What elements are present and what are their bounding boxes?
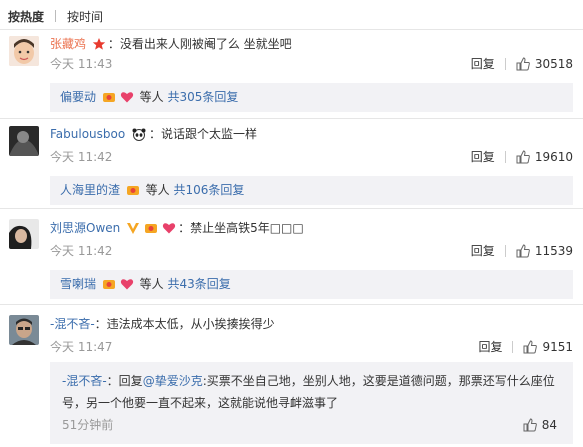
comment-item: 刘思源Owen ：禁止坐高铁5年□□□ 今天 11:42 回复 11539 雪喇…: [0, 209, 583, 304]
reply-prefix: ：回复: [106, 374, 143, 388]
thumbs-up-icon: [516, 243, 530, 257]
reply-thread: -混不吝-：回复@挚爱沙克:买票不坐自己地，坐别人地，这要是道德问题，那票还写什…: [50, 362, 573, 444]
action-divider: [504, 150, 506, 163]
like-button[interactable]: 11539: [516, 244, 573, 258]
heart-icon: [162, 223, 176, 234]
username[interactable]: 刘思源Owen: [50, 221, 120, 235]
username[interactable]: 张藏鸡: [50, 37, 86, 51]
reply-button[interactable]: 回复: [471, 55, 495, 72]
like-button[interactable]: 19610: [516, 150, 573, 164]
avatar[interactable]: [9, 315, 39, 345]
heart-icon: [120, 92, 133, 103]
reply-count-link[interactable]: 共305条回复: [168, 90, 239, 104]
avatar[interactable]: [9, 126, 39, 156]
star-badge-icon: [92, 38, 106, 50]
comment-text: ：说话跟个太监一样: [149, 127, 258, 141]
comment-item: 张藏鸡 ：没看出来人刚被阉了么 坐就坐吧 今天 11:43 回复 30518 偏…: [0, 30, 583, 118]
verified-v-icon: [127, 223, 140, 234]
comment-body: 刘思源Owen ：禁止坐高铁5年□□□: [50, 219, 573, 237]
username[interactable]: Fabulousboo: [50, 127, 125, 141]
avatar-image: [9, 36, 39, 66]
vip-badge-icon: [145, 224, 158, 233]
reply-suffix: 等人: [139, 90, 164, 104]
reply-names[interactable]: 人海里的渣: [60, 183, 120, 197]
action-divider: [504, 244, 506, 257]
sort-tabs: 按热度 按时间: [8, 6, 103, 26]
reply-time: 51分钟前: [62, 418, 114, 432]
reply-button[interactable]: 回复: [471, 148, 495, 165]
comment-time: 今天 11:42: [50, 150, 113, 164]
thumbs-up-icon: [523, 339, 538, 353]
comment-actions: 回复 9151: [478, 338, 573, 355]
tab-hot[interactable]: 按热度: [8, 8, 44, 25]
thumbs-up-icon: [516, 149, 530, 163]
comment-body: Fabulousboo ：说话跟个太监一样: [50, 125, 573, 143]
reply-like-button[interactable]: 84: [523, 414, 557, 436]
reply-summary: 雪喇瑞 等人 共43条回复: [50, 270, 573, 299]
like-button[interactable]: 9151: [523, 340, 573, 354]
thumbs-up-icon: [516, 56, 530, 70]
reply-suffix: 等人: [145, 183, 170, 197]
reply-names[interactable]: 偏要动: [60, 90, 96, 104]
reply-button[interactable]: 回复: [478, 338, 502, 355]
comment-actions: 回复 30518: [471, 55, 573, 72]
reply-suffix: 等人: [139, 277, 164, 291]
vip-badge-icon: [126, 186, 139, 195]
reply-text-line-2: 号，另一个他要一直不起来，这就能说他寻衅滋事了: [62, 396, 339, 410]
like-count: 30518: [534, 56, 573, 71]
heart-icon: [120, 279, 133, 290]
avatar-image: [9, 315, 39, 345]
comment-body: -混不吝-：违法成本太低，从小挨揍挨得少: [50, 315, 573, 333]
comment-text: ：禁止坐高铁5年□□□: [178, 221, 304, 235]
comment-time: 今天 11:42: [50, 244, 113, 258]
action-divider: [512, 340, 514, 353]
reply-summary: 偏要动 等人 共305条回复: [50, 83, 573, 112]
comment-body: 张藏鸡 ：没看出来人刚被阉了么 坐就坐吧: [50, 35, 573, 53]
reply-count-link[interactable]: 共106条回复: [174, 183, 245, 197]
reply-count-link[interactable]: 共43条回复: [168, 277, 231, 291]
comment-time: 今天 11:43: [50, 57, 113, 71]
like-button[interactable]: 30518: [516, 57, 573, 71]
avatar[interactable]: [9, 36, 39, 66]
comment-time: 今天 11:47: [50, 340, 113, 354]
tab-time[interactable]: 按时间: [67, 8, 103, 25]
panda-icon: [132, 128, 146, 141]
avatar[interactable]: [9, 219, 39, 249]
like-count: 19610: [534, 149, 573, 164]
comment-text: ：违法成本太低，从小挨揍挨得少: [94, 317, 275, 331]
reply-username[interactable]: -混不吝-: [62, 374, 107, 388]
avatar-image: [9, 126, 39, 156]
username[interactable]: -混不吝-: [50, 317, 95, 331]
comment-item: Fabulousboo ：说话跟个太监一样 今天 11:42 回复 19610 …: [0, 119, 583, 208]
like-count: 9151: [542, 339, 573, 354]
reply-text: :买票不坐自己地，坐别人地，这要是道德问题，那票还写什么座位: [202, 374, 555, 388]
reply-mention[interactable]: @挚爱沙克: [143, 374, 203, 388]
action-divider: [504, 57, 506, 70]
avatar-image: [9, 219, 39, 249]
reply-names[interactable]: 雪喇瑞: [60, 277, 96, 291]
thumbs-up-icon: [523, 418, 537, 432]
vip-badge-icon: [102, 280, 115, 289]
comment-text: ：没看出来人刚被阉了么 坐就坐吧: [107, 37, 292, 51]
comment-item: -混不吝-：违法成本太低，从小挨揍挨得少 今天 11:47 回复 9151 -混…: [0, 305, 583, 447]
reply-summary: 人海里的渣 等人 共106条回复: [50, 176, 573, 205]
reply-footer: 51分钟前 84: [62, 414, 561, 436]
like-count: 11539: [534, 243, 573, 258]
reply-button[interactable]: 回复: [471, 242, 495, 259]
comment-actions: 回复 11539: [471, 242, 573, 259]
tab-divider: [55, 10, 57, 22]
reply-text-line-1: -混不吝-：回复@挚爱沙克:买票不坐自己地，坐别人地，这要是道德问题，那票还写什…: [62, 370, 561, 392]
vip-badge-icon: [102, 93, 115, 102]
reply-like-count: 84: [541, 418, 557, 432]
comment-actions: 回复 19610: [471, 148, 573, 165]
